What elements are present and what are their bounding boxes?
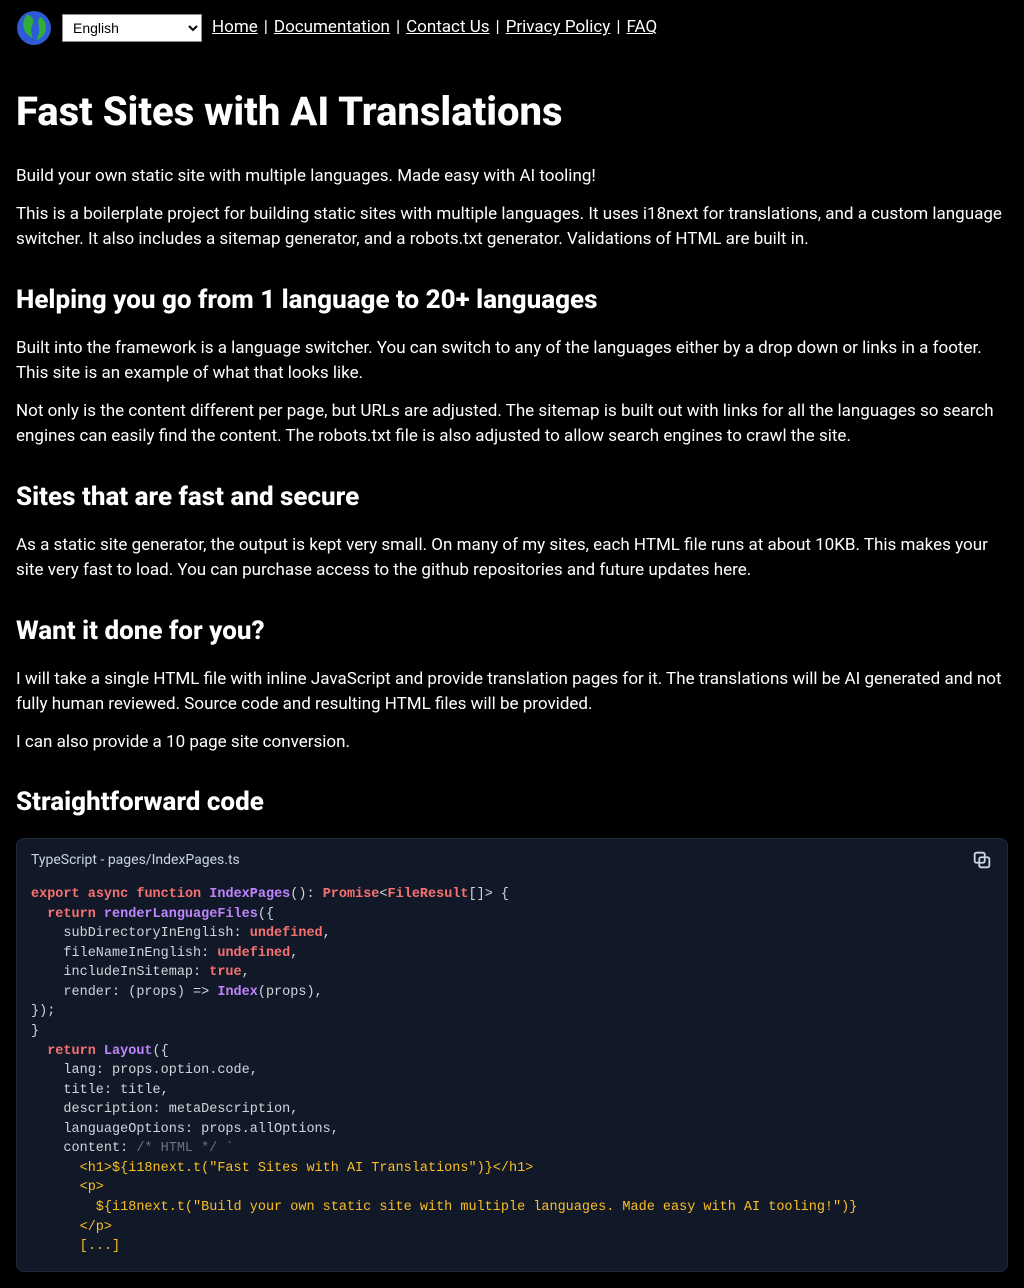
code-content: export async function IndexPages(): Prom… (17, 877, 1007, 1271)
nav-contact[interactable]: Contact Us (406, 15, 489, 41)
body-paragraph: I will take a single HTML file with inli… (16, 667, 1008, 718)
intro-paragraph: Build your own static site with multiple… (16, 164, 1008, 190)
nav-home[interactable]: Home (212, 15, 258, 41)
nav-separator: | (616, 15, 620, 41)
nav-separator: | (496, 15, 500, 41)
section-heading-languages: Helping you go from 1 language to 20+ la… (16, 281, 1008, 320)
body-paragraph: As a static site generator, the output i… (16, 533, 1008, 584)
section-heading-fast-secure: Sites that are fast and secure (16, 478, 1008, 517)
body-paragraph: Built into the framework is a language s… (16, 336, 1008, 387)
language-select[interactable]: English (62, 14, 202, 42)
main-content: Fast Sites with AI Translations Build yo… (0, 82, 1024, 1288)
section-heading-code: Straightforward code (16, 783, 1008, 822)
body-paragraph: Not only is the content different per pa… (16, 399, 1008, 450)
nav-documentation[interactable]: Documentation (274, 15, 390, 41)
code-block: TypeScript - pages/IndexPages.ts export … (16, 838, 1008, 1272)
top-nav: Home | Documentation | Contact Us | Priv… (212, 15, 657, 41)
top-header: English Home | Documentation | Contact U… (0, 0, 1024, 56)
body-paragraph: I can also provide a 10 page site conver… (16, 730, 1008, 756)
intro-paragraph: This is a boilerplate project for buildi… (16, 202, 1008, 253)
code-filename: TypeScript - pages/IndexPages.ts (31, 850, 240, 871)
nav-separator: | (264, 15, 268, 41)
nav-privacy[interactable]: Privacy Policy (506, 15, 611, 41)
code-header: TypeScript - pages/IndexPages.ts (17, 839, 1007, 877)
page-title: Fast Sites with AI Translations (16, 82, 1008, 142)
nav-faq[interactable]: FAQ (627, 15, 658, 41)
copy-icon[interactable] (971, 849, 993, 871)
section-heading-done-for-you: Want it done for you? (16, 612, 1008, 651)
nav-separator: | (396, 15, 400, 41)
globe-icon (16, 10, 52, 46)
